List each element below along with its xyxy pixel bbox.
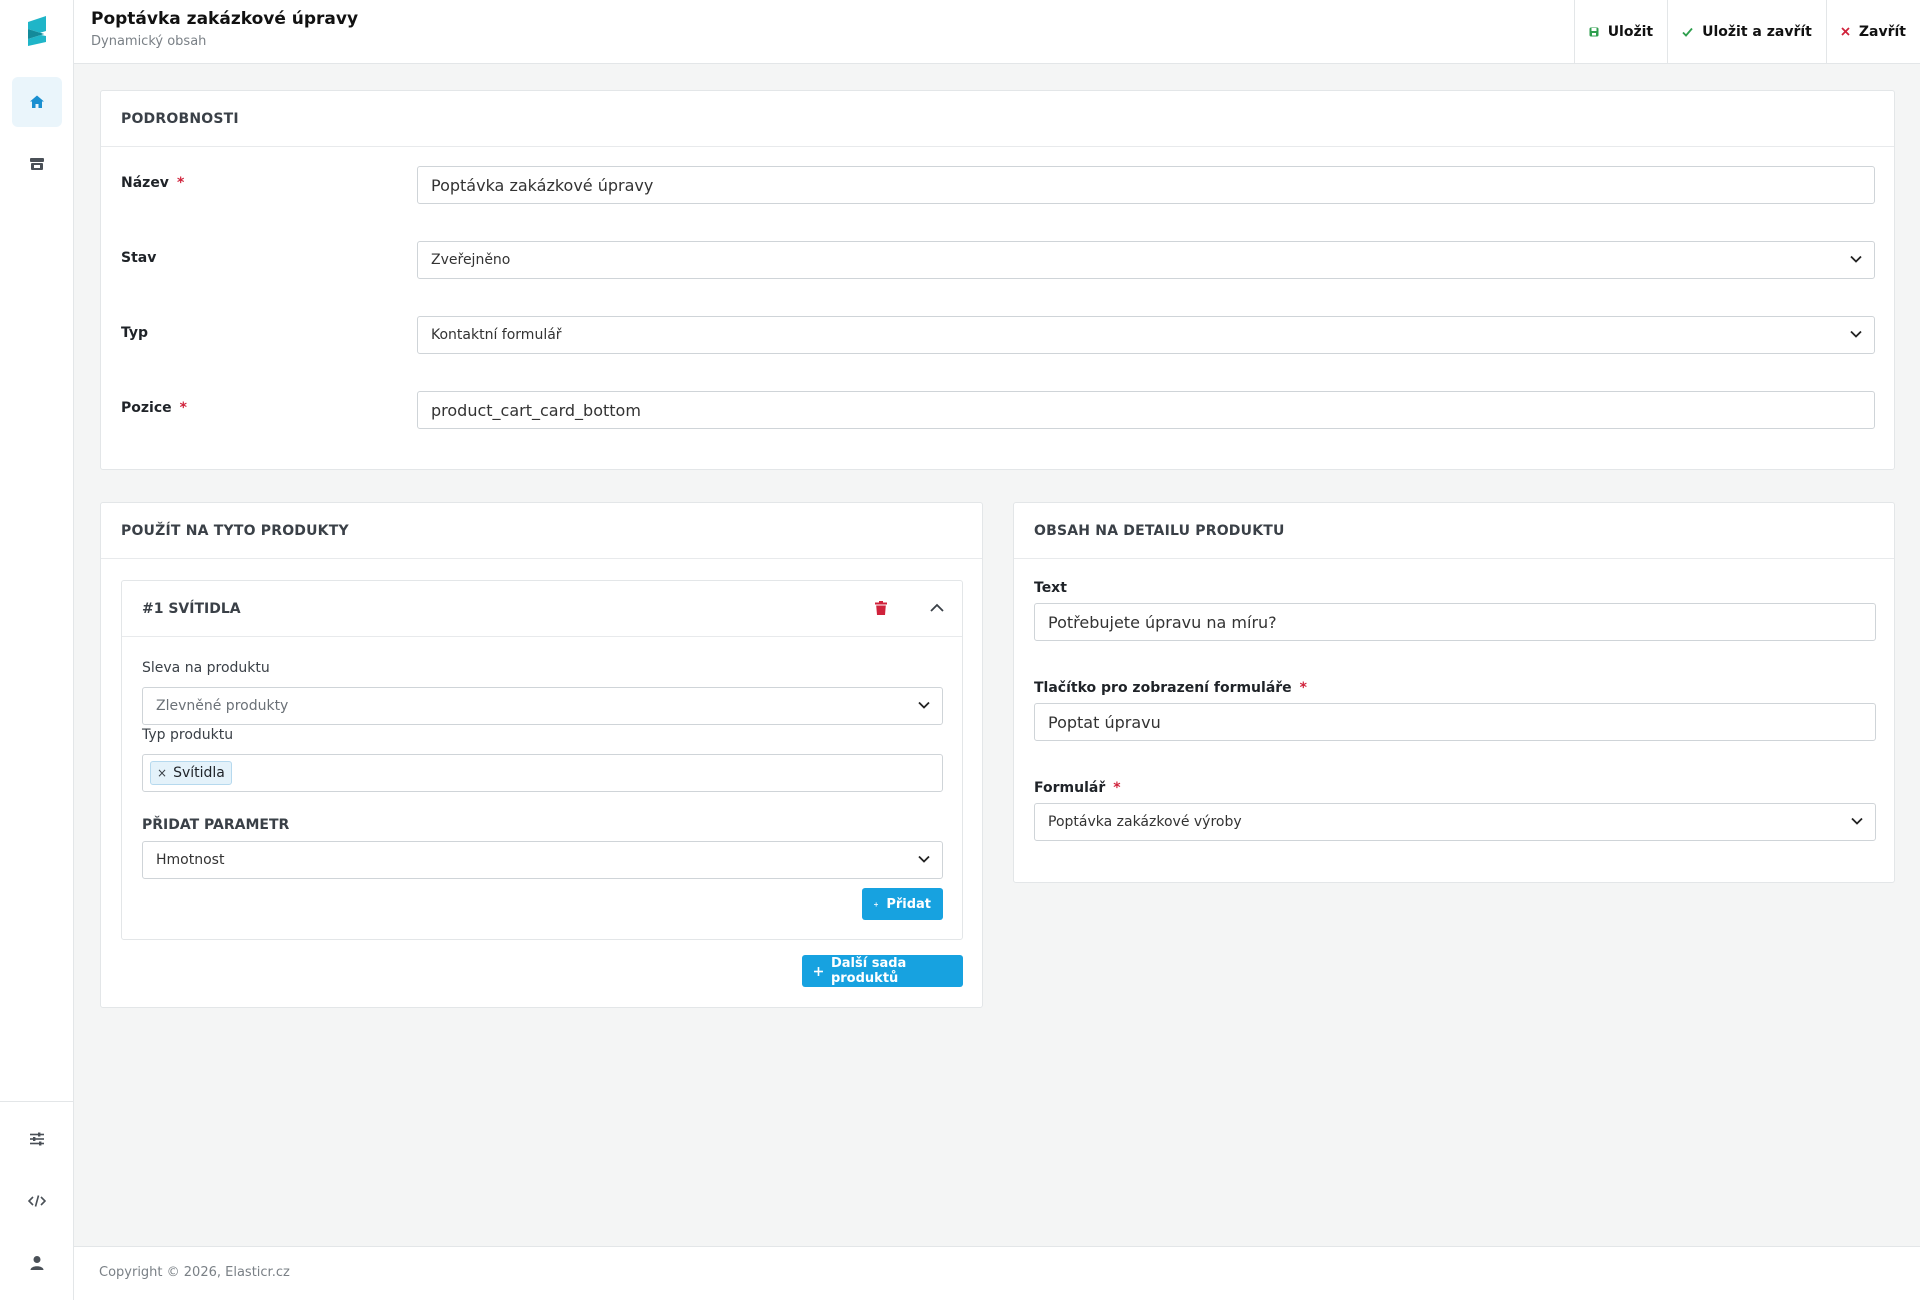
chevron-down-icon xyxy=(1851,817,1863,825)
brand-logo-icon[interactable] xyxy=(22,12,52,52)
close-button-label: Zavřít xyxy=(1858,23,1906,40)
detail-content-heading: OBSAH NA DETAILU PRODUKTU xyxy=(1014,503,1894,559)
page-title: Poptávka zakázkové úpravy xyxy=(91,9,359,29)
chevron-up-icon[interactable] xyxy=(930,603,944,612)
save-and-close-button-label: Uložit a zavřít xyxy=(1702,23,1812,40)
plus-icon xyxy=(874,901,879,907)
required-mark: * xyxy=(176,175,185,191)
save-button-label: Uložit xyxy=(1607,23,1654,40)
chevron-down-icon xyxy=(918,701,930,709)
form-select[interactable]: Poptávka zakázkové výroby xyxy=(1034,803,1876,841)
user-icon xyxy=(30,1256,44,1270)
sidebar-item-store[interactable] xyxy=(12,139,62,189)
add-parameter-button-label: Přidat xyxy=(886,896,931,912)
close-button[interactable]: Zavřít xyxy=(1825,0,1920,63)
text-input[interactable]: Potřebujete úpravu na míru? xyxy=(1034,603,1876,641)
product-set-header: #1 SVÍTIDLA xyxy=(122,581,962,637)
sidebar-item-code[interactable] xyxy=(12,1176,62,1226)
name-label: Název * xyxy=(121,175,185,191)
product-type-multiselect[interactable]: × Svítidla xyxy=(142,754,943,792)
product-type-tag-label: Svítidla xyxy=(173,765,225,781)
trash-icon[interactable] xyxy=(875,601,887,615)
parameter-select-value: Hmotnost xyxy=(156,852,225,868)
name-input[interactable]: Poptávka zakázkové úpravy xyxy=(417,166,1875,204)
products-card: POUŽÍT NA TYTO PRODUKTY #1 SVÍTIDLA Slev… xyxy=(100,502,983,1008)
store-icon xyxy=(30,158,44,170)
save-button[interactable]: Uložit xyxy=(1573,0,1667,63)
sidebar-item-settings[interactable] xyxy=(12,1114,62,1164)
state-select[interactable]: Zveřejněno xyxy=(417,241,1875,279)
chevron-down-icon xyxy=(1850,255,1862,263)
save-and-close-button[interactable]: Uložit a zavřít xyxy=(1667,0,1826,63)
discount-label: Sleva na produktu xyxy=(142,660,270,676)
next-product-set-button[interactable]: Další sada produktů xyxy=(802,955,963,987)
add-parameter-button[interactable]: Přidat xyxy=(862,888,943,920)
sliders-icon xyxy=(30,1132,44,1146)
state-label: Stav xyxy=(121,250,157,266)
sidebar-item-user[interactable] xyxy=(12,1238,62,1288)
position-label: Pozice * xyxy=(121,400,187,416)
product-set-card: #1 SVÍTIDLA Sleva na produktu Zlevněné p… xyxy=(121,580,963,940)
form-select-value: Poptávka zakázkové výroby xyxy=(1048,814,1242,830)
discount-select[interactable]: Zlevněné produkty xyxy=(142,687,943,725)
page-subtitle: Dynamický obsah xyxy=(91,34,207,49)
parameter-select[interactable]: Hmotnost xyxy=(142,841,943,879)
details-heading: PODROBNOSTI xyxy=(101,91,1894,147)
sidebar xyxy=(0,0,74,1300)
next-product-set-button-label: Další sada produktů xyxy=(830,956,907,986)
type-select-value: Kontaktní formulář xyxy=(431,327,562,343)
product-type-tag: × Svítidla xyxy=(150,761,232,785)
chevron-down-icon xyxy=(1850,330,1862,338)
top-bar: Poptávka zakázkové úpravy Dynamický obsa… xyxy=(74,0,1920,64)
sidebar-item-home[interactable] xyxy=(12,77,62,127)
close-icon xyxy=(1841,27,1850,36)
details-card: PODROBNOSTI Název * Poptávka zakázkové úp… xyxy=(100,90,1895,470)
name-input-value: Poptávka zakázkové úpravy xyxy=(431,175,654,195)
copyright-text: Copyright © 2026, Elasticr.cz xyxy=(99,1265,290,1280)
home-icon xyxy=(30,95,44,108)
text-input-value: Potřebujete úpravu na míru? xyxy=(1048,612,1277,632)
sidebar-divider xyxy=(0,1101,74,1102)
tag-remove-icon[interactable]: × xyxy=(157,766,167,780)
form-button-label: Tlačítko pro zobrazení formuláře * xyxy=(1034,680,1307,696)
form-label: Formulář * xyxy=(1034,780,1121,796)
position-input[interactable]: product_cart_card_bottom xyxy=(417,391,1875,429)
check-icon xyxy=(1682,27,1693,37)
discount-select-value: Zlevněné produkty xyxy=(156,698,289,714)
form-button-input[interactable]: Poptat úpravu xyxy=(1034,703,1876,741)
products-heading: POUŽÍT NA TYTO PRODUKTY xyxy=(101,503,982,559)
detail-content-card: OBSAH NA DETAILU PRODUKTU Text Potřebuje… xyxy=(1013,502,1895,883)
footer: Copyright © 2026, Elasticr.cz xyxy=(74,1246,1920,1300)
add-parameter-label: PŘIDAT PARAMETR xyxy=(142,817,290,833)
save-icon xyxy=(1589,27,1599,36)
plus-icon xyxy=(814,966,823,976)
chevron-down-icon xyxy=(918,855,930,863)
product-set-title: #1 SVÍTIDLA xyxy=(142,600,241,617)
position-input-value: product_cart_card_bottom xyxy=(431,400,641,420)
required-mark: * xyxy=(1113,780,1121,796)
text-label: Text xyxy=(1034,580,1067,596)
code-icon xyxy=(28,1195,46,1207)
state-select-value: Zveřejněno xyxy=(431,252,511,268)
product-type-label: Typ produktu xyxy=(142,727,234,743)
type-label: Typ xyxy=(121,325,149,341)
type-select[interactable]: Kontaktní formulář xyxy=(417,316,1875,354)
header-actions: Uložit Uložit a zavřít Zavřít xyxy=(1573,0,1920,63)
required-mark: * xyxy=(1299,680,1307,696)
required-mark: * xyxy=(179,400,187,416)
form-button-input-value: Poptat úpravu xyxy=(1048,712,1161,732)
